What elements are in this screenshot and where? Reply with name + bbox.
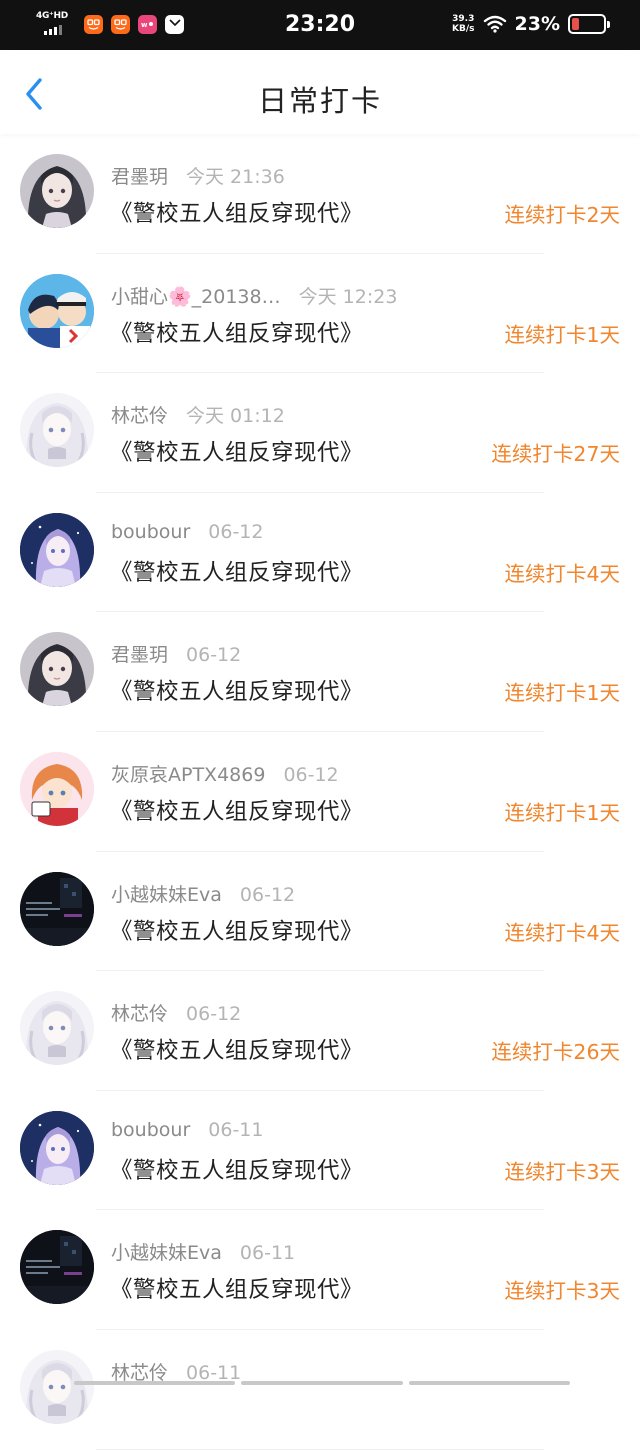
page-title: 日常打卡: [257, 84, 382, 118]
checkin-time: 06-12: [283, 763, 339, 786]
checkin-meta: 林芯伶 06-12: [111, 999, 241, 1026]
avatar[interactable]: [20, 512, 94, 587]
checkin-row[interactable]: 林芯伶 今天 01:12 《警校五人组反穿现代》 连续打卡27天: [0, 373, 640, 493]
book-title[interactable]: 《警校五人组反穿现代》: [110, 1153, 363, 1185]
username[interactable]: 灰原哀APTX4869: [111, 760, 265, 787]
checkin-time: 今天 01:12: [186, 405, 285, 428]
page-header: 日常打卡: [0, 50, 640, 134]
checkin-row[interactable]: 林芯伶 06-11: [0, 1330, 640, 1450]
battery-level: [572, 18, 579, 30]
checkin-time: 今天 21:36: [186, 166, 285, 188]
wifi-icon: [483, 15, 506, 33]
streak-label: 连续打卡27天: [491, 442, 620, 467]
checkin-row[interactable]: 林芯伶 06-12 《警校五人组反穿现代》 连续打卡26天: [0, 971, 640, 1091]
avatar[interactable]: [20, 751, 94, 826]
checkin-row[interactable]: 君墨玥 今天 21:36 《警校五人组反穿现代》 连续打卡2天: [0, 134, 640, 254]
avatar[interactable]: [20, 632, 94, 707]
checkin-list: 君墨玥 今天 21:36 《警校五人组反穿现代》 连续打卡2天 小甜心🌸_201…: [0, 134, 640, 1450]
checkin-row[interactable]: 小越妹妹Eva 06-12 《警校五人组反穿现代》 连续打卡4天: [0, 852, 640, 972]
checkin-meta: 君墨玥 06-12: [111, 640, 241, 667]
username[interactable]: 林芯伶: [111, 999, 168, 1026]
book-title[interactable]: 《警校五人组反穿现代》: [110, 555, 363, 587]
battery-percent: 23%: [514, 13, 560, 35]
checkin-time: 06-12: [186, 644, 242, 667]
username[interactable]: 君墨玥: [111, 640, 168, 667]
checkin-meta: 君墨玥 今天 21:36: [111, 162, 285, 189]
checkin-meta: 小越妹妹Eva 06-11: [111, 1238, 295, 1265]
username[interactable]: 小甜心🌸_20138…: [111, 282, 281, 309]
streak-label: 连续打卡1天: [504, 322, 620, 347]
checkin-meta: 小越妹妹Eva 06-12: [111, 880, 295, 907]
book-title[interactable]: 《警校五人组反穿现代》: [110, 1272, 363, 1304]
checkin-time: 06-12: [239, 883, 296, 906]
checkin-time: 06-12: [208, 520, 264, 543]
username[interactable]: 小越妹妹Eva: [111, 1238, 222, 1265]
checkin-time: 06-11: [239, 1242, 296, 1265]
status-right: 39.3 KB/s 23%: [452, 13, 610, 35]
checkin-time: 06-12: [186, 1003, 242, 1026]
avatar[interactable]: [20, 154, 94, 228]
checkin-row[interactable]: 小甜心🌸_20138… 今天 12:23 《警校五人组反穿现代》 连续打卡1天: [0, 254, 640, 374]
avatar[interactable]: [20, 393, 94, 468]
speed-unit: KB/s: [452, 24, 475, 34]
checkin-meta: 林芯伶 今天 01:12: [111, 401, 285, 428]
book-title[interactable]: 《警校五人组反穿现代》: [110, 794, 363, 826]
checkin-row[interactable]: 小越妹妹Eva 06-11 《警校五人组反穿现代》 连续打卡3天: [0, 1210, 640, 1330]
avatar[interactable]: [20, 1110, 94, 1185]
checkin-meta: 灰原哀APTX4869 06-12: [111, 760, 339, 787]
streak-label: 连续打卡4天: [504, 920, 620, 945]
home-indicator[interactable]: [74, 1381, 570, 1385]
book-title[interactable]: 《警校五人组反穿现代》: [110, 316, 363, 348]
avatar[interactable]: [20, 1230, 94, 1305]
checkin-meta: boubour 06-12: [111, 521, 263, 543]
avatar[interactable]: [20, 273, 94, 348]
streak-label: 连续打卡4天: [504, 561, 620, 586]
username[interactable]: 小越妹妹Eva: [111, 880, 222, 907]
username[interactable]: 君墨玥: [111, 162, 168, 189]
book-title[interactable]: 《警校五人组反穿现代》: [110, 674, 363, 706]
checkin-row[interactable]: boubour 06-12 《警校五人组反穿现代》 连续打卡4天: [0, 493, 640, 613]
avatar[interactable]: [20, 871, 94, 946]
checkin-meta: boubour 06-11: [111, 1119, 263, 1141]
streak-label: 连续打卡3天: [504, 1159, 620, 1184]
streak-label: 连续打卡2天: [504, 203, 620, 227]
checkin-time: 今天 12:23: [298, 285, 398, 308]
username[interactable]: 林芯伶: [111, 401, 168, 428]
book-title[interactable]: 《警校五人组反穿现代》: [110, 435, 363, 467]
checkin-meta: 小甜心🌸_20138… 今天 12:23: [111, 282, 397, 309]
streak-label: 连续打卡1天: [504, 681, 620, 706]
username[interactable]: boubour: [111, 1119, 190, 1141]
book-title[interactable]: 《警校五人组反穿现代》: [110, 1033, 363, 1065]
book-title[interactable]: 《警校五人组反穿现代》: [110, 196, 363, 228]
streak-label: 连续打卡26天: [491, 1040, 620, 1065]
username[interactable]: boubour: [111, 521, 190, 543]
streak-label: 连续打卡3天: [504, 1279, 620, 1304]
book-title[interactable]: 《警校五人组反穿现代》: [110, 914, 363, 946]
network-speed: 39.3 KB/s: [452, 14, 474, 34]
row-divider: [96, 1448, 544, 1450]
avatar[interactable]: [20, 991, 94, 1066]
status-bar: 4G⁺HD w 23:20 39.3 KB/s 23%: [0, 0, 640, 50]
speed-value: 39.3: [452, 14, 475, 24]
streak-label: 连续打卡1天: [504, 800, 620, 825]
checkin-time: 06-11: [208, 1118, 264, 1141]
checkin-row[interactable]: boubour 06-11 《警校五人组反穿现代》 连续打卡3天: [0, 1091, 640, 1211]
checkin-row[interactable]: 灰原哀APTX4869 06-12 《警校五人组反穿现代》 连续打卡1天: [0, 732, 640, 852]
checkin-row[interactable]: 君墨玥 06-12 《警校五人组反穿现代》 连续打卡1天: [0, 612, 640, 732]
battery-icon: [568, 14, 610, 34]
